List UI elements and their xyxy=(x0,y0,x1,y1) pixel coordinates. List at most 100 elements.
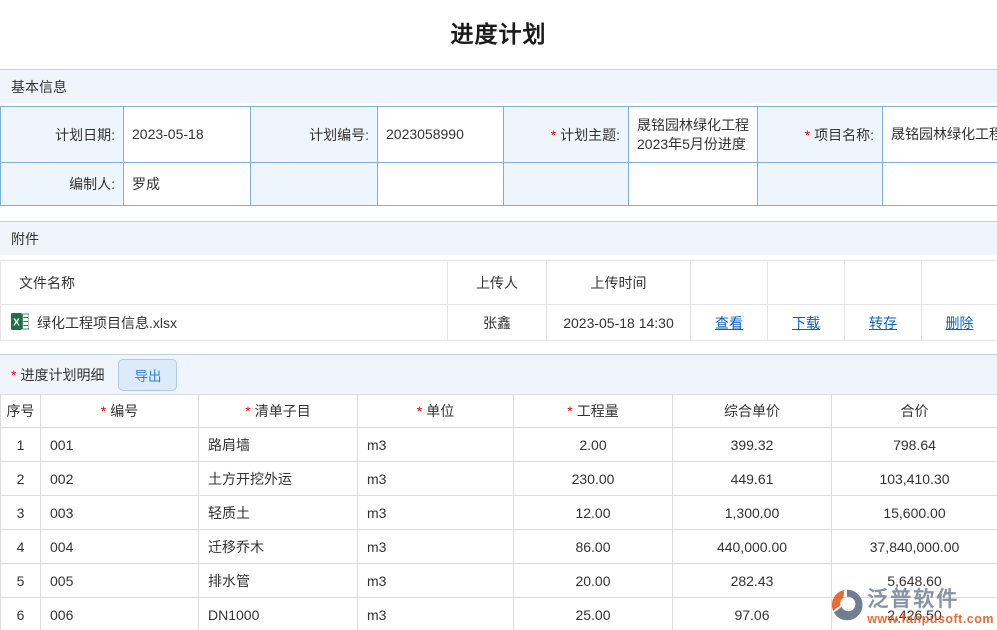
unit-cell: m3 xyxy=(358,462,514,496)
download-link[interactable]: 下载 xyxy=(792,315,820,331)
delete-link[interactable]: 删除 xyxy=(946,315,974,331)
unit-price-cell: 440,000.00 xyxy=(673,530,832,564)
uploader-header: 上传人 xyxy=(448,261,547,305)
attachments-table: 文件名称 上传人 上传时间 X xyxy=(0,260,997,341)
col-header-unit-price: 综合单价 xyxy=(673,395,832,428)
table-row: 5 005 排水管 m3 20.00 282.43 5,648.60 xyxy=(1,564,997,598)
unit-price-cell: 282.43 xyxy=(673,564,832,598)
total-price-cell: 37,840,000.00 xyxy=(832,530,997,564)
attachment-file-cell: X 绿化工程项目信息.xlsx xyxy=(1,305,448,341)
col-header-number: *编号 xyxy=(41,395,199,428)
quantity-cell: 12.00 xyxy=(514,496,673,530)
empty-label-cell xyxy=(504,163,629,206)
attachment-uploader: 张鑫 xyxy=(448,305,547,341)
project-name-value: 晟铭园林绿化工程 xyxy=(883,107,997,163)
quantity-cell: 230.00 xyxy=(514,462,673,496)
required-asterisk: * xyxy=(551,127,556,143)
seq-cell: 4 xyxy=(1,530,41,564)
empty-label-cell xyxy=(758,163,883,206)
detail-header-row: 序号 *编号 *清单子目 *单位 *工程量 综合单价 合价 xyxy=(1,395,997,428)
col-header-total-price: 合价 xyxy=(832,395,997,428)
table-row: 3 003 轻质土 m3 12.00 1,300.00 15,600.00 xyxy=(1,496,997,530)
seq-cell: 6 xyxy=(1,598,41,630)
quantity-cell: 2.00 xyxy=(514,428,673,462)
empty-label-cell xyxy=(251,163,378,206)
unit-cell: m3 xyxy=(358,564,514,598)
project-name-label: *项目名称: xyxy=(758,107,883,163)
unit-cell: m3 xyxy=(358,428,514,462)
table-row: 2 002 土方开挖外运 m3 230.00 449.61 103,410.30 xyxy=(1,462,997,496)
unit-price-cell: 97.06 xyxy=(673,598,832,630)
attachments-section-title: 附件 xyxy=(11,229,39,249)
required-asterisk: * xyxy=(245,403,250,419)
required-asterisk: * xyxy=(11,367,16,383)
page-title: 进度计划 xyxy=(0,0,997,69)
col-header-unit: *单位 xyxy=(358,395,514,428)
plan-subject-label: *计划主题: xyxy=(504,107,629,163)
seq-cell: 2 xyxy=(1,462,41,496)
svg-text:X: X xyxy=(13,317,20,328)
plan-date-value: 2023-05-18 xyxy=(124,107,251,163)
export-button[interactable]: 导出 xyxy=(118,359,177,391)
action-header-empty xyxy=(691,261,768,305)
action-header-empty xyxy=(845,261,922,305)
required-asterisk: * xyxy=(567,403,572,419)
action-header-empty xyxy=(768,261,845,305)
detail-section-title: 进度计划明细 xyxy=(20,365,104,385)
excel-icon: X xyxy=(11,313,29,333)
item-cell: DN1000 xyxy=(199,598,358,630)
plan-date-label: 计划日期: xyxy=(1,107,124,163)
quantity-cell: 86.00 xyxy=(514,530,673,564)
item-cell: 排水管 xyxy=(199,564,358,598)
number-cell: 001 xyxy=(41,428,199,462)
plan-number-label: 计划编号: xyxy=(251,107,378,163)
unit-cell: m3 xyxy=(358,496,514,530)
table-row: 6 006 DN1000 m3 25.00 97.06 2,426.50 xyxy=(1,598,997,630)
required-asterisk: * xyxy=(805,127,810,143)
unit-cell: m3 xyxy=(358,598,514,630)
seq-cell: 5 xyxy=(1,564,41,598)
total-price-cell: 798.64 xyxy=(832,428,997,462)
total-price-cell: 103,410.30 xyxy=(832,462,997,496)
col-header-item: *清单子目 xyxy=(199,395,358,428)
view-link[interactable]: 查看 xyxy=(715,315,743,331)
upload-time-header: 上传时间 xyxy=(547,261,691,305)
col-header-quantity: *工程量 xyxy=(514,395,673,428)
number-cell: 003 xyxy=(41,496,199,530)
number-cell: 004 xyxy=(41,530,199,564)
detail-table: 序号 *编号 *清单子目 *单位 *工程量 综合单价 合价 1 001 路肩墙 … xyxy=(0,394,997,630)
compiler-value: 罗成 xyxy=(124,163,251,206)
total-price-cell: 2,426.50 xyxy=(832,598,997,630)
attachments-section-header: 附件 xyxy=(0,221,997,255)
unit-price-cell: 399.32 xyxy=(673,428,832,462)
seq-cell: 3 xyxy=(1,496,41,530)
unit-price-cell: 1,300.00 xyxy=(673,496,832,530)
attachments-header-row: 文件名称 上传人 上传时间 xyxy=(1,261,997,305)
empty-value-cell xyxy=(378,163,504,206)
attachment-file-name[interactable]: 绿化工程项目信息.xlsx xyxy=(37,313,177,333)
item-cell: 路肩墙 xyxy=(199,428,358,462)
col-header-seq: 序号 xyxy=(1,395,41,428)
detail-section-header: * 进度计划明细 导出 xyxy=(0,354,997,394)
file-name-header: 文件名称 xyxy=(1,261,448,305)
required-asterisk: * xyxy=(417,403,422,419)
number-cell: 006 xyxy=(41,598,199,630)
basic-info-table: 计划日期: 2023-05-18 计划编号: 2023058990 *计划主题:… xyxy=(0,106,997,206)
transfer-link[interactable]: 转存 xyxy=(869,315,897,331)
basic-info-section-header: 基本信息 xyxy=(0,69,997,103)
plan-subject-value: 晟铭园林绿化工程2023年5月份进度 xyxy=(629,107,758,163)
compiler-label: 编制人: xyxy=(1,163,124,206)
empty-value-cell xyxy=(629,163,758,206)
seq-cell: 1 xyxy=(1,428,41,462)
quantity-cell: 20.00 xyxy=(514,564,673,598)
plan-number-value: 2023058990 xyxy=(378,107,504,163)
total-price-cell: 15,600.00 xyxy=(832,496,997,530)
item-cell: 迁移乔木 xyxy=(199,530,358,564)
item-cell: 轻质土 xyxy=(199,496,358,530)
table-row: 4 004 迁移乔木 m3 86.00 440,000.00 37,840,00… xyxy=(1,530,997,564)
quantity-cell: 25.00 xyxy=(514,598,673,630)
attachment-row: X 绿化工程项目信息.xlsx 张鑫 2023-05-18 14:30 查看 下… xyxy=(1,305,997,341)
unit-price-cell: 449.61 xyxy=(673,462,832,496)
number-cell: 002 xyxy=(41,462,199,496)
item-cell: 土方开挖外运 xyxy=(199,462,358,496)
